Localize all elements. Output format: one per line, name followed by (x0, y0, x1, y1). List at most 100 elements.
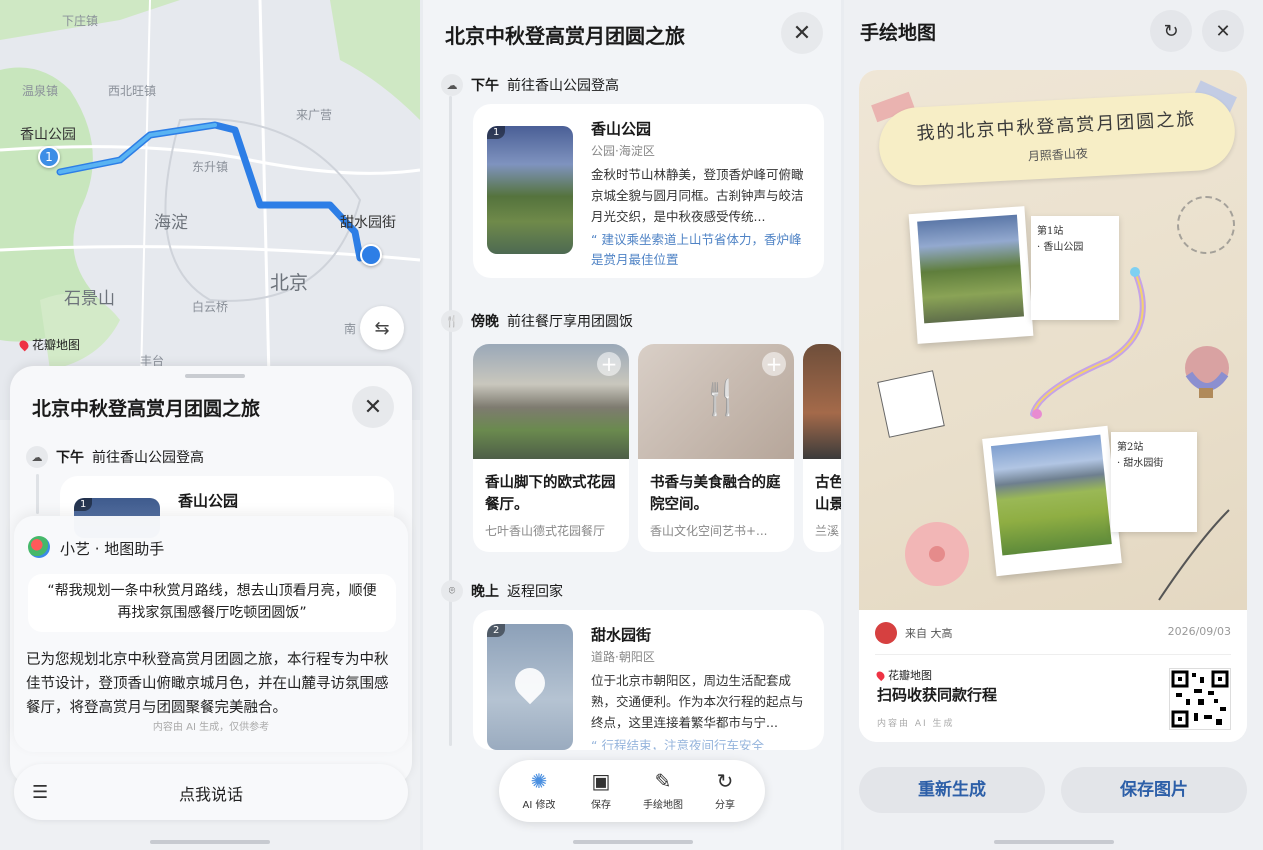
spot-description: 金秋时节山林静美，登顶香炉峰可俯瞰京城全貌与圆月同框。古刹钟声与皎洁月光交织，是… (591, 167, 804, 224)
close-button[interactable]: ✕ (781, 12, 823, 54)
home-indicator (994, 840, 1114, 844)
assistant-logo-icon (28, 536, 50, 558)
brand-logo-icon (17, 338, 31, 351)
map-label: 白云桥 (192, 300, 229, 314)
poster-date: 2026/09/03 (1167, 625, 1231, 638)
map-label: 石景山 (64, 289, 115, 309)
segment-afternoon: ☁ 下午 前往香山公园登高 (26, 446, 204, 468)
route-start-pin[interactable]: 1 (38, 146, 60, 168)
avatar (875, 622, 897, 644)
action-toolbar: ✺ AI 修改 ▣ 保存 ✎ 手绘地图 ↻ 分享 (499, 760, 765, 822)
location-pin-icon: ⌾ (441, 580, 463, 602)
route-icon: ⇆ (374, 317, 390, 339)
brand-logo-icon (874, 669, 887, 681)
ai-generated-label: 内容由 AI 生成 (877, 719, 955, 729)
segment-evening: 🍴 傍晚 前往餐厅享用团圆饭 (441, 310, 633, 332)
restaurant-card[interactable]: + 香山脚下的欧式花园餐厅。 七叶香山德式花园餐厅 (473, 344, 629, 552)
map-label-end: 甜水园街 (340, 215, 396, 231)
regenerate-button[interactable]: 重新生成 (859, 767, 1045, 813)
brand-mark: 花瓣地图 (874, 667, 932, 683)
home-indicator (150, 840, 270, 844)
spot-title: 香山公园 (591, 120, 652, 138)
poster-image: 我的北京中秋登高赏月团圆之旅 月照香山夜 第1站 · 香山公园 第2站 · 甜水… (859, 70, 1247, 742)
trip-title: 北京中秋登高赏月团圆之旅 (445, 24, 685, 48)
spot-description: 位于北京市朝阳区，周边生活配套成熟，交通便利。作为本次行程的起点与终点，这里连接… (591, 673, 804, 730)
spot-photo: 2 (487, 624, 573, 750)
route-options-button[interactable]: ⇆ (360, 306, 404, 350)
map-brand: 花瓣地图 (17, 336, 80, 353)
map-label: 东升镇 (192, 160, 229, 174)
map-graphics (0, 0, 420, 420)
share-button[interactable]: ↻ 分享 (695, 768, 755, 811)
add-icon[interactable]: + (762, 352, 786, 376)
assistant-answer: 已为您规划北京中秋登高赏月团圆之旅，本行程专为中秋佳节设计，登顶香山俯瞰京城月色… (26, 652, 389, 716)
segment-night: ⌾ 晚上 返程回家 (441, 580, 563, 602)
add-icon[interactable]: + (597, 352, 621, 376)
restaurant-title: 香山脚下的欧式花园餐厅。 (485, 475, 616, 513)
close-icon: ✕ (792, 20, 812, 46)
ai-sparkle-icon: ✺ (530, 769, 548, 793)
share-button[interactable]: ↻ (1150, 10, 1192, 52)
hand-drawn-map-screen: 手绘地图 ↻ ✕ 我的北京中秋登高赏月团圆之旅 月照香山夜 第1站 · 香山公园 (844, 0, 1263, 850)
sheet-grab-handle[interactable] (185, 374, 245, 378)
assistant-name: 小艺 · 地图助手 (60, 540, 165, 558)
spot-subtitle: 道路·朝阳区 (591, 650, 655, 664)
segment-afternoon: ☁ 下午 前往香山公园登高 (441, 74, 619, 96)
restaurant-title: 书香与美食融合的庭院空间。 (650, 475, 781, 513)
share-icon: ↻ (1163, 20, 1179, 42)
cloud-icon: ☁ (441, 74, 463, 96)
screen-title: 手绘地图 (860, 22, 937, 44)
fork-knife-icon: 🍴 (441, 310, 463, 332)
voice-input-button[interactable]: ☰ 点我说话 (14, 764, 408, 820)
close-button[interactable]: ✕ (352, 386, 394, 428)
save-button[interactable]: ▣ 保存 (571, 768, 631, 811)
spot-photo: 1 (487, 126, 573, 254)
spot-card[interactable]: 1 香山公园 公园·海淀区 金秋时节山林静美，登顶香炉峰可俯瞰京城全貌与圆月同框… (473, 104, 824, 278)
map-view[interactable]: 下庄镇 温泉镇 西北旺镇 来广营 香山公园 东升镇 海淀 甜水园街 北京 石景山… (0, 0, 420, 420)
hand-drawn-map-button[interactable]: ✎ 手绘地图 (633, 768, 693, 811)
ai-disclaimer: 内容由 AI 生成，仅供参考 (152, 722, 270, 733)
save-image-button[interactable]: 保存图片 (1061, 767, 1247, 813)
spot-card[interactable]: 2 甜水园街 道路·朝阳区 位于北京市朝阳区，周边生活配套成熟，交通便利。作为本… (473, 610, 824, 750)
map-label-start: 香山公园 (20, 127, 76, 143)
qr-code (1169, 668, 1231, 730)
map-label: 西北旺镇 (108, 84, 157, 98)
ai-edit-button[interactable]: ✺ AI 修改 (509, 768, 569, 811)
close-button[interactable]: ✕ (1202, 10, 1244, 52)
restaurant-name: 七叶香山德式花园餐厅 (485, 524, 606, 538)
restaurant-name: 兰溪 (815, 524, 840, 538)
spot-title: 甜水园街 (591, 626, 652, 644)
restaurant-card[interactable]: 🍴 + 书香与美食融合的庭院空间。 香山文化空间艺书+... (638, 344, 794, 552)
spot-title: 香山公园 (178, 492, 239, 510)
timeline-line (36, 474, 39, 514)
photo-polaroid-2 (982, 425, 1122, 577)
restaurant-title: 古色山景 (815, 475, 841, 513)
voice-input-label: 点我说话 (178, 785, 243, 804)
stop-note-2: 第2站 · 甜水园街 (1111, 432, 1197, 532)
landscape-photo (990, 434, 1112, 556)
map-label-city: 北京 (270, 272, 309, 294)
home-indicator (573, 840, 693, 844)
scan-prompt: 扫码收获同款行程 (877, 686, 998, 704)
timeline-line (449, 96, 452, 746)
cloud-icon: ☁ (26, 446, 48, 468)
poster-footer: 来自 大高 2026/09/03 花瓣地图 扫码收获同款行程 内容由 AI 生成 (859, 610, 1247, 742)
user-query: “帮我规划一条中秋赏月路线，想去山顶看月亮，顺便再找家氛围感餐厅吃顿团圆饭” (28, 574, 396, 632)
route-end-pin[interactable] (360, 244, 382, 266)
map-screen: 下庄镇 温泉镇 西北旺镇 来广营 香山公园 东升镇 海淀 甜水园街 北京 石景山… (0, 0, 420, 850)
trip-title: 北京中秋登高赏月团圆之旅 (32, 398, 261, 420)
map-label: 来广营 (296, 108, 333, 122)
fork-knife-icon: 🍴 (700, 378, 743, 418)
divider (875, 654, 1231, 655)
magic-pen-icon: ✎ (654, 769, 672, 793)
close-icon: ✕ (363, 394, 383, 420)
spot-tip: “ 建议乘坐索道上山节省体力，香炉峰是赏月最佳位置 (591, 232, 802, 267)
poster-artwork: 我的北京中秋登高赏月团圆之旅 月照香山夜 第1站 · 香山公园 第2站 · 甜水… (859, 70, 1247, 610)
restaurant-card[interactable]: 古色山景 兰溪 (803, 344, 841, 552)
share-icon: ↻ (716, 769, 734, 793)
author-label: 来自 大高 (905, 627, 953, 640)
location-pin-icon (508, 661, 552, 705)
qr-pattern (1171, 670, 1229, 728)
restaurant-photo (803, 344, 841, 459)
map-label: 下庄镇 (62, 14, 99, 28)
